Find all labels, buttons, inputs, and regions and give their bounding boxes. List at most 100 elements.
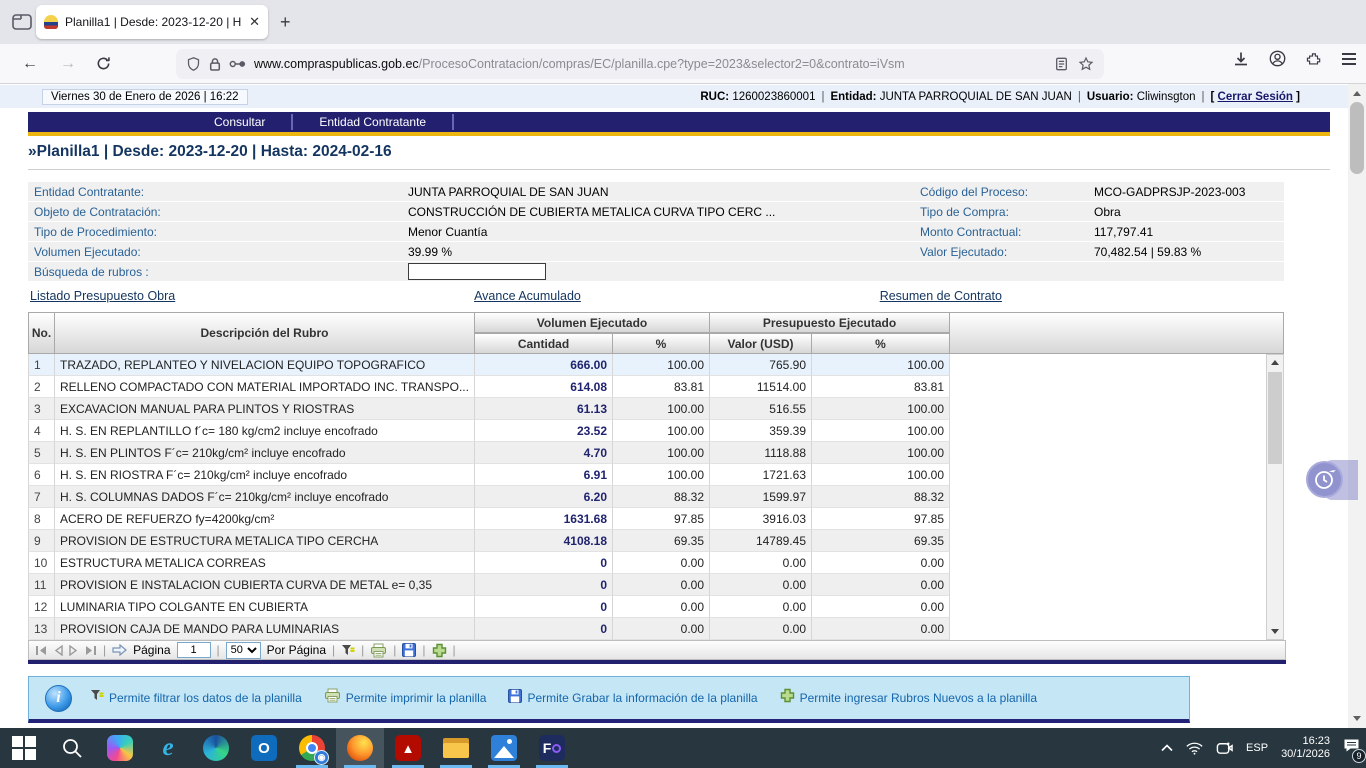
table-scroll-down-icon[interactable] xyxy=(1267,624,1283,639)
page-number-input[interactable] xyxy=(177,642,211,658)
info-value: CONSTRUCCIÓN DE CUBIERTA METALICA CURVA … xyxy=(402,202,914,221)
save-icon[interactable] xyxy=(402,643,416,657)
forward-icon[interactable]: → xyxy=(60,55,76,73)
cell-descripcion: H. S. EN REPLANTILLO f´c= 180 kg/cm2 inc… xyxy=(55,420,475,442)
taskbar-copilot-button[interactable] xyxy=(96,728,144,768)
cell-descripcion: PROVISION DE ESTRUCTURA METALICA TIPO CE… xyxy=(55,530,475,552)
chrome-profile-icon: ◉ xyxy=(314,750,329,765)
cell-pres-pct: 88.32 xyxy=(812,486,950,508)
taskbar-edge-button[interactable] xyxy=(192,728,240,768)
meet-now-icon[interactable] xyxy=(1216,741,1233,755)
shield-icon[interactable] xyxy=(186,56,201,72)
cell-valor: 1118.88 xyxy=(710,442,812,464)
taskbar-fes-button[interactable]: F xyxy=(528,728,576,768)
cell-vol-pct: 100.00 xyxy=(613,398,710,420)
scroll-down-icon[interactable] xyxy=(1348,711,1366,726)
cell-cantidad: 6.20 xyxy=(475,486,613,508)
legend-text: Permite imprimir la planilla xyxy=(346,691,487,705)
table-scrollbar-thumb[interactable] xyxy=(1268,372,1282,464)
search-icon xyxy=(61,737,83,759)
notifications-button[interactable]: 9 xyxy=(1343,738,1360,758)
pager-last-button[interactable] xyxy=(84,645,97,656)
table-scroll-up-icon[interactable] xyxy=(1267,355,1283,370)
pager-next-button[interactable] xyxy=(69,645,78,656)
go-to-page-icon[interactable] xyxy=(112,644,127,656)
tray-clock[interactable]: 16:2330/1/2026 xyxy=(1281,735,1330,761)
per-page-select[interactable]: 50 xyxy=(226,642,261,659)
firefox-view-icon[interactable] xyxy=(12,13,32,31)
info-empty-cell xyxy=(914,262,1088,281)
back-icon[interactable]: ← xyxy=(22,55,38,73)
link-resumen-de-contrato[interactable]: Resumen de Contrato xyxy=(880,289,1002,303)
start-button[interactable] xyxy=(0,728,48,768)
cell-vol-pct: 100.00 xyxy=(613,420,710,442)
table-body: 1TRAZADO, REPLANTEO Y NIVELACION EQUIPO … xyxy=(28,354,1284,640)
cell-valor: 11514.00 xyxy=(710,376,812,398)
url-bar[interactable]: www.compraspublicas.gob.ec/ProcesoContra… xyxy=(176,49,1104,79)
info-label: Monto Contractual: xyxy=(914,222,1088,241)
add-rubro-icon[interactable] xyxy=(432,643,447,658)
legend-text: Permite Grabar la información de la plan… xyxy=(527,691,757,705)
taskbar-chrome-button[interactable]: ◉ xyxy=(288,728,336,768)
menu-item-consultar[interactable]: Consultar xyxy=(188,112,291,132)
menu-icon[interactable] xyxy=(1342,53,1356,65)
scroll-up-icon[interactable] xyxy=(1348,86,1366,101)
cell-descripcion: TRAZADO, REPLANTEO Y NIVELACION EQUIPO T… xyxy=(55,354,475,376)
extensions-icon[interactable] xyxy=(1306,51,1322,67)
cell-no: 7 xyxy=(28,486,55,508)
rubros-search-input[interactable] xyxy=(408,263,546,280)
taskbar-explorer-button[interactable] xyxy=(432,728,480,768)
taskbar-ie-button[interactable]: e xyxy=(144,728,192,768)
page-title: »Planilla1 | Desde: 2023-12-20 | Hasta: … xyxy=(28,143,392,161)
tray-expand-icon[interactable] xyxy=(1161,744,1173,752)
reader-mode-icon[interactable] xyxy=(1055,57,1068,71)
pager-first-button[interactable] xyxy=(35,645,48,656)
taskbar-photos-button[interactable] xyxy=(480,728,528,768)
print-icon[interactable] xyxy=(370,643,387,658)
link-listado-presupuesto-obra[interactable]: Listado Presupuesto Obra xyxy=(30,289,175,303)
file-explorer-icon xyxy=(443,738,469,758)
taskbar: e O ◉ ▲ F ESP 16:2330/1/2026 9 xyxy=(0,728,1366,768)
link-avance-acumulado[interactable]: Avance Acumulado xyxy=(474,289,581,303)
reload-icon[interactable] xyxy=(96,56,111,71)
bookmark-star-icon[interactable] xyxy=(1078,56,1094,72)
downloads-icon[interactable] xyxy=(1233,51,1249,67)
tab-close-icon[interactable]: ✕ xyxy=(249,14,260,30)
taskbar-firefox-button[interactable] xyxy=(336,728,384,768)
cell-pres-pct: 0.00 xyxy=(812,552,950,574)
cell-vol-pct: 100.00 xyxy=(613,442,710,464)
info-label: Objeto de Contratación: xyxy=(28,202,402,221)
page-scrollbar-thumb[interactable] xyxy=(1350,102,1364,174)
account-icon[interactable] xyxy=(1269,50,1286,67)
logout-link[interactable]: Cerrar Sesión xyxy=(1218,91,1293,103)
cell-valor: 3916.03 xyxy=(710,508,812,530)
permissions-icon[interactable] xyxy=(229,58,246,70)
clock-icon[interactable] xyxy=(1306,461,1343,498)
table-scrollbar[interactable] xyxy=(1266,354,1284,640)
legend-text: Permite ingresar Rubros Nuevos a la plan… xyxy=(800,691,1037,705)
taskbar-search-button[interactable] xyxy=(48,728,96,768)
taskbar-outlook-button[interactable]: O xyxy=(240,728,288,768)
process-info-table: Entidad Contratante:JUNTA PARROQUIAL DE … xyxy=(28,182,1284,281)
pager-prev-button[interactable] xyxy=(54,645,63,656)
wifi-icon[interactable] xyxy=(1186,742,1203,755)
menu-item-entidad-contratante[interactable]: Entidad Contratante xyxy=(293,112,452,132)
cell-no: 5 xyxy=(28,442,55,464)
cell-valor: 765.90 xyxy=(710,354,812,376)
cell-valor: 1721.63 xyxy=(710,464,812,486)
language-indicator[interactable]: ESP xyxy=(1246,742,1268,754)
menu-accent-line xyxy=(28,132,1330,136)
cell-pres-pct: 100.00 xyxy=(812,354,950,376)
cell-vol-pct: 83.81 xyxy=(613,376,710,398)
filter-icon xyxy=(90,689,104,707)
browser-tab[interactable]: Planilla1 | Desde: 2023-12-20 | H ✕ xyxy=(36,5,268,39)
filter-icon[interactable] xyxy=(341,644,355,657)
cell-vol-pct: 100.00 xyxy=(613,464,710,486)
photos-icon xyxy=(491,735,517,761)
taskbar-acrobat-button[interactable]: ▲ xyxy=(384,728,432,768)
time-tracker-widget[interactable] xyxy=(1306,458,1358,502)
cell-cantidad: 23.52 xyxy=(475,420,613,442)
new-tab-button[interactable]: + xyxy=(280,12,291,32)
print-icon xyxy=(324,688,341,708)
page-scrollbar[interactable] xyxy=(1348,84,1366,728)
